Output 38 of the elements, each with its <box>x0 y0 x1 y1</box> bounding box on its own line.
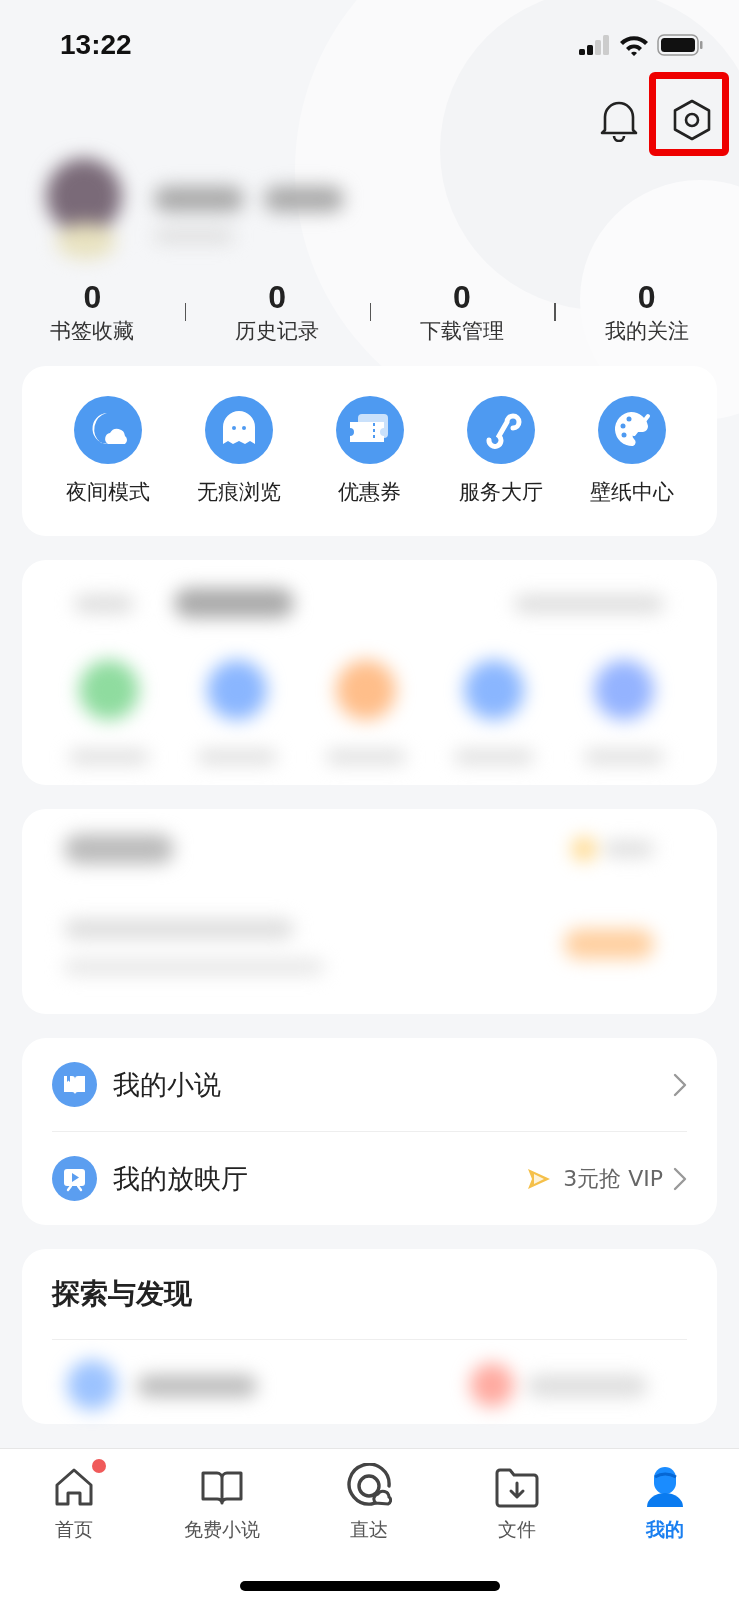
moon-cloud-icon <box>73 396 142 464</box>
vip-promo[interactable]: 3元抢 VIP <box>563 1163 663 1194</box>
ghost-icon <box>204 396 273 464</box>
person-icon <box>645 1465 686 1510</box>
stat-label[interactable]: 书签收藏 <box>50 316 135 346</box>
signal-icon <box>579 34 611 55</box>
stat-count[interactable]: 0 <box>268 278 286 316</box>
chevron-right-icon <box>673 1166 687 1191</box>
ticket-icon <box>335 396 404 464</box>
status-time: 13:22 <box>60 28 132 61</box>
quick-action-label[interactable]: 优惠券 <box>338 478 401 506</box>
quick-action-label[interactable]: 无痕浏览 <box>196 478 281 506</box>
tab[interactable]: 直达 <box>295 1463 444 1544</box>
stat-count[interactable]: 0 <box>83 278 102 316</box>
settings-icon[interactable] <box>671 97 713 142</box>
tab[interactable]: 首页 <box>0 1463 148 1544</box>
battery-icon <box>657 33 703 56</box>
stat-count[interactable]: 0 <box>637 278 656 316</box>
play-screen-icon <box>52 1156 97 1202</box>
stat-label[interactable]: 历史记录 <box>235 316 320 346</box>
stat-label[interactable]: 下载管理 <box>419 316 504 346</box>
folder-download-icon <box>494 1467 541 1510</box>
quick-action-label[interactable]: 夜间模式 <box>65 478 150 506</box>
link-icon <box>466 396 535 464</box>
wifi-icon <box>619 33 649 56</box>
tab[interactable]: 免费小说 <box>147 1463 296 1544</box>
stat-label[interactable]: 我的关注 <box>604 316 689 346</box>
palette-icon <box>597 396 666 464</box>
quick-action-label[interactable]: 服务大厅 <box>458 478 543 506</box>
quick-action-label[interactable]: 壁纸中心 <box>589 478 674 506</box>
tab[interactable]: 我的 <box>591 1463 739 1544</box>
tab[interactable]: 文件 <box>443 1463 592 1544</box>
section-title: 探索与发现 <box>52 1249 687 1341</box>
book-icon <box>52 1062 97 1108</box>
chevron-right-icon <box>673 1072 687 1097</box>
menu-item-label[interactable]: 我的小说 <box>113 1066 657 1103</box>
stat-count[interactable]: 0 <box>452 278 471 316</box>
menu-item-label[interactable]: 我的放映厅 <box>113 1160 510 1197</box>
